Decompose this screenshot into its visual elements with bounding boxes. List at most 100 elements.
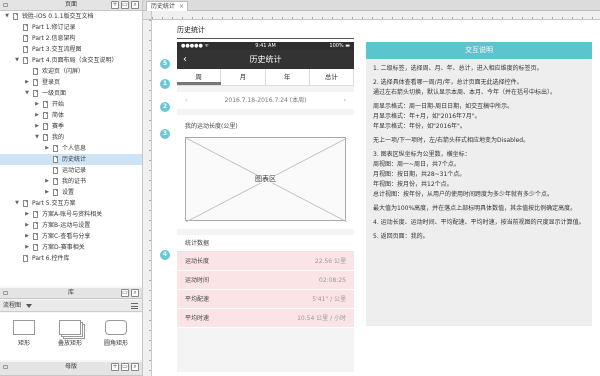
- library-select[interactable]: 流程图: [0, 300, 142, 312]
- library-item-stack[interactable]: 叠放矩形: [50, 315, 90, 347]
- search-masters-icon[interactable]: ⌕: [131, 363, 139, 371]
- page-tree-item[interactable]: ▶ 方案C-查看与分享: [0, 231, 142, 242]
- page-tree-item[interactable]: 欢迎页（闪屏）: [0, 66, 142, 77]
- design-canvas[interactable]: 历史统计 ●●●●● ᯤ 9:41 AM 100% ▬ ‹ 历史统计 周 月 年…: [153, 21, 600, 376]
- annotation-marker-3[interactable]: 3: [160, 129, 170, 139]
- notes-paragraph: 3. 图表区纵坐标为公里数，横坐标： 周视图：周一~周日，共7个点。 月视图：按…: [373, 151, 554, 198]
- tab-year[interactable]: 年: [266, 69, 310, 85]
- page-tree-item[interactable]: 历史统计: [0, 154, 142, 165]
- expand-down-icon[interactable]: ▼: [34, 132, 40, 143]
- page-tree-label: 开始: [52, 101, 65, 108]
- panel-pin-icon[interactable]: [3, 291, 8, 295]
- page-tree-item[interactable]: ▼ 我的: [0, 132, 142, 143]
- page-title-divider: [177, 38, 354, 39]
- page-icon: [23, 57, 28, 64]
- notes-paragraph: 最大值为100%高度，并在落点上部标明具体数值，其余值按比例确定高度。: [373, 205, 577, 212]
- expand-right-icon[interactable]: ▶: [24, 209, 30, 220]
- page-tree-item[interactable]: Part 3.交互流程图: [0, 44, 142, 55]
- add-master-icon[interactable]: +: [111, 363, 119, 371]
- previous-period-icon[interactable]: ‹: [185, 92, 187, 109]
- stat-row: 运动长度 22.56 公里: [177, 252, 354, 271]
- stats-title: 统计数据: [177, 235, 354, 252]
- tab-month[interactable]: 月: [221, 69, 266, 85]
- expand-right-icon[interactable]: ▶: [24, 77, 30, 88]
- page-tree-item[interactable]: ▶ 登录页: [0, 77, 142, 88]
- library-item-round[interactable]: 圆角矩形: [96, 315, 136, 347]
- close-icon[interactable]: ×: [179, 2, 184, 11]
- add-folder-icon[interactable]: ▭: [121, 1, 129, 9]
- tab-total[interactable]: 总计: [310, 69, 354, 85]
- expand-right-icon[interactable]: ▶: [44, 143, 50, 154]
- library-item-rect[interactable]: 矩形: [4, 315, 44, 347]
- expand-down-icon[interactable]: ▼: [14, 55, 20, 66]
- status-time: 9:41 AM: [255, 43, 276, 49]
- chart-placeholder-label: 图表区: [253, 175, 278, 183]
- expand-down-icon[interactable]: ▼: [4, 11, 10, 22]
- next-period-icon[interactable]: ›: [344, 92, 346, 109]
- page-tree-item[interactable]: 运动记录: [0, 165, 142, 176]
- page-tree-item[interactable]: ▶ 方案D-赛事相关: [0, 242, 142, 253]
- notes-paragraph: 1. 二级标签，选择周、月、年、总计，进入相应维度的标签页。: [373, 65, 543, 72]
- page-tree-label: 方案A-账号与资料相关: [42, 211, 103, 218]
- page-tree-item[interactable]: ▶ 开始: [0, 99, 142, 110]
- page-tree-item[interactable]: ▶ 个人信息: [0, 143, 142, 154]
- add-master-folder-icon[interactable]: ▭: [121, 363, 129, 371]
- panel-pin-icon[interactable]: [3, 3, 8, 7]
- page-title: 历史统计: [177, 26, 205, 34]
- annotation-marker-2[interactable]: 2: [160, 102, 170, 112]
- page-icon: [43, 101, 48, 108]
- notes-body: 1. 二级标签，选择周、月、年、总计，进入相应维度的标签页。 2. 选择具体查看…: [366, 59, 592, 251]
- page-tree-item[interactable]: Part 1.修订记录: [0, 22, 142, 33]
- stat-row: 平均配速 5'41" / 公里: [177, 290, 354, 309]
- page-tree-item[interactable]: ▶ 赛季: [0, 121, 142, 132]
- expand-down-icon[interactable]: ▼: [24, 88, 30, 99]
- page-icon: [53, 167, 58, 174]
- page-icon: [53, 178, 58, 185]
- page-tree-item[interactable]: ▶ 设置: [0, 187, 142, 198]
- expand-right-icon[interactable]: ▶: [34, 99, 40, 110]
- page-tree-item[interactable]: Part 6.控件库: [0, 253, 142, 264]
- library-item-label: 圆角矩形: [103, 340, 128, 347]
- library-search-icon[interactable]: ⌕: [131, 289, 139, 297]
- page-tree-item[interactable]: ▶ 我的证书: [0, 176, 142, 187]
- search-pages-icon[interactable]: ⌕: [131, 1, 139, 9]
- page-icon: [23, 255, 28, 262]
- notes-paragraph: 无上一项/下一项时，左/右箭头样式相应地变为Disabled。: [373, 137, 530, 144]
- page-tree-item[interactable]: ▶ 方案A-账号与资料相关: [0, 209, 142, 220]
- annotation-marker-1[interactable]: 1: [160, 79, 170, 89]
- expand-down-icon[interactable]: ▼: [14, 198, 20, 209]
- library-menu-icon[interactable]: [131, 303, 138, 309]
- page-tree-item[interactable]: ▼ 一级页面: [0, 88, 142, 99]
- expand-right-icon[interactable]: ▶: [44, 176, 50, 187]
- expand-right-icon[interactable]: ▶: [24, 231, 30, 242]
- expand-right-icon[interactable]: ▶: [44, 187, 50, 198]
- page-tree-label: Part 5.交互方案: [32, 200, 76, 207]
- page-tree-item[interactable]: ▶ 简体: [0, 110, 142, 121]
- page-icon: [33, 79, 38, 86]
- annotation-marker-4[interactable]: 4: [160, 250, 170, 260]
- nav-bar: ‹ 历史统计: [177, 50, 354, 69]
- tab-history-stats[interactable]: 历史统计 ×: [146, 1, 189, 11]
- back-chevron-icon[interactable]: ‹: [183, 50, 187, 69]
- battery-icon: 100% ▬: [329, 43, 350, 49]
- page-tree-item[interactable]: ▼ Part 4.页面布局（含交互说明）: [0, 55, 142, 66]
- panel-pin-icon[interactable]: [3, 365, 8, 369]
- notes-paragraph: 2. 选择具体查看哪一周/月/年，总计页面无此选择控件。 通过左右箭头切换，默认…: [373, 79, 557, 96]
- expand-right-icon[interactable]: ▶: [24, 242, 30, 253]
- page-tree-item[interactable]: ▼ Part 5.交互方案: [0, 198, 142, 209]
- expand-right-icon[interactable]: ▶: [34, 121, 40, 132]
- page-icon: [23, 46, 28, 53]
- horizontal-ruler[interactable]: [152, 11, 600, 20]
- page-tree-label: 我的: [52, 134, 65, 141]
- vertical-ruler[interactable]: [143, 20, 152, 376]
- expand-right-icon[interactable]: ▶: [34, 110, 40, 121]
- document-tab-bar: 历史统计 ×: [143, 0, 600, 11]
- library-add-icon[interactable]: ▭: [121, 289, 129, 297]
- page-icon: [53, 156, 58, 163]
- page-tree-item[interactable]: ▶ 方案B-运动与设置: [0, 220, 142, 231]
- page-tree-item[interactable]: Part 2.信息架构: [0, 33, 142, 44]
- page-tree-item[interactable]: ▼ 锐胜-iOS 0.1.1版交互文档: [0, 11, 142, 22]
- annotation-marker-5[interactable]: 5: [160, 59, 170, 69]
- add-page-icon[interactable]: +: [111, 1, 119, 9]
- expand-right-icon[interactable]: ▶: [24, 220, 30, 231]
